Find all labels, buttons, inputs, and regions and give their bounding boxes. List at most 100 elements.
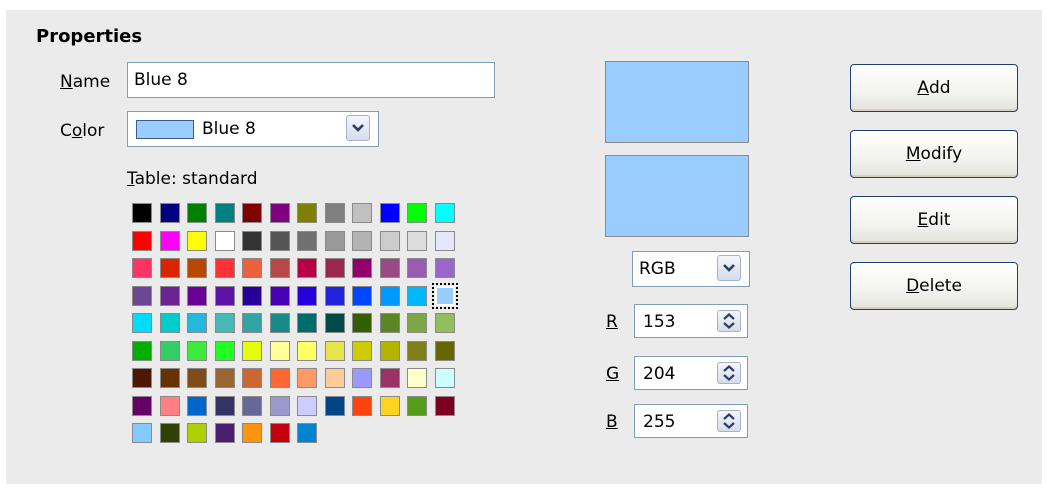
palette-color-cell[interactable] (187, 423, 207, 443)
palette-color-cell[interactable] (297, 340, 317, 361)
palette-color-cell[interactable] (407, 258, 427, 278)
palette-color-cell[interactable] (324, 340, 345, 361)
palette-color-cell[interactable] (242, 203, 262, 223)
palette-color-cell[interactable] (159, 313, 180, 333)
palette-color-cell[interactable] (407, 368, 427, 388)
palette-color-cell[interactable] (187, 395, 207, 416)
palette-color-cell[interactable] (297, 313, 317, 333)
palette-color-cell[interactable] (159, 395, 180, 416)
palette-color-cell[interactable] (187, 203, 207, 223)
palette-color-cell[interactable] (352, 368, 372, 388)
palette-color-cell[interactable] (269, 340, 290, 361)
spin-arrows-icon[interactable] (717, 410, 741, 432)
palette-color-cell[interactable] (352, 203, 372, 223)
palette-color-cell[interactable] (379, 258, 400, 278)
palette-color-cell[interactable] (214, 285, 235, 306)
palette-color-cell[interactable] (187, 368, 207, 388)
palette-color-cell[interactable] (214, 258, 235, 278)
add-button[interactable]: Add (850, 64, 1018, 112)
palette-color-cell[interactable] (352, 285, 372, 306)
palette-color-cell[interactable] (297, 258, 317, 278)
palette-color-cell[interactable] (242, 230, 262, 251)
channel-spinbox-r[interactable]: 153 (634, 304, 748, 338)
palette-color-cell[interactable] (379, 368, 400, 388)
palette-color-cell[interactable] (324, 313, 345, 333)
edit-button[interactable]: Edit (850, 196, 1018, 244)
palette-color-cell[interactable] (214, 313, 235, 333)
palette-color-cell[interactable] (324, 203, 345, 223)
palette-color-cell[interactable] (352, 340, 372, 361)
palette-color-cell[interactable] (269, 285, 290, 306)
channel-spinbox-b[interactable]: 255 (634, 404, 748, 438)
palette-color-cell[interactable] (132, 368, 152, 388)
palette-color-cell[interactable] (324, 395, 345, 416)
palette-color-cell[interactable] (242, 340, 262, 361)
channel-spinbox-g[interactable]: 204 (634, 356, 748, 390)
palette-color-cell[interactable] (297, 395, 317, 416)
palette-color-cell[interactable] (159, 285, 180, 306)
palette-color-cell[interactable] (159, 423, 180, 443)
palette-color-cell[interactable] (159, 203, 180, 223)
palette-color-cell[interactable] (434, 313, 455, 333)
palette-color-cell[interactable] (407, 285, 427, 306)
palette-color-cell[interactable] (324, 258, 345, 278)
palette-color-cell[interactable] (379, 230, 400, 251)
color-model-dropdown[interactable]: RGB (632, 251, 750, 287)
palette-color-cell[interactable] (269, 258, 290, 278)
palette-color-cell[interactable] (242, 285, 262, 306)
palette-color-cell[interactable] (352, 395, 372, 416)
palette-color-cell[interactable] (187, 230, 207, 251)
palette-color-cell[interactable] (434, 395, 455, 416)
spin-arrows-icon[interactable] (717, 310, 741, 332)
palette-color-cell[interactable] (242, 368, 262, 388)
palette-color-cell[interactable] (159, 230, 180, 251)
palette-color-cell[interactable] (324, 285, 345, 306)
palette-color-cell[interactable] (269, 313, 290, 333)
palette-color-cell[interactable] (297, 285, 317, 306)
palette-color-cell[interactable] (407, 203, 427, 223)
palette-color-cell[interactable] (352, 313, 372, 333)
palette-color-cell[interactable] (352, 258, 372, 278)
palette-color-cell[interactable] (159, 368, 180, 388)
palette-color-cell[interactable] (269, 395, 290, 416)
palette-color-cell[interactable] (379, 313, 400, 333)
palette-color-cell[interactable] (132, 313, 152, 333)
palette-color-cell[interactable] (214, 368, 235, 388)
palette-color-cell[interactable] (407, 313, 427, 333)
palette-color-cell[interactable] (159, 258, 180, 278)
chevron-down-icon[interactable] (346, 115, 370, 141)
palette-color-cell[interactable] (132, 423, 152, 443)
palette-color-cell[interactable] (434, 203, 455, 223)
palette-color-cell[interactable] (242, 423, 262, 443)
palette-color-cell[interactable] (132, 395, 152, 416)
palette-color-cell[interactable] (214, 203, 235, 223)
palette-color-cell[interactable] (434, 230, 455, 251)
palette-color-cell[interactable] (297, 230, 317, 251)
palette-color-cell[interactable] (379, 203, 400, 223)
palette-color-cell[interactable] (214, 423, 235, 443)
palette-color-cell[interactable] (132, 230, 152, 251)
modify-button[interactable]: Modify (850, 130, 1018, 178)
palette-color-cell[interactable] (214, 340, 235, 361)
palette-color-cell[interactable] (187, 258, 207, 278)
palette-color-cell[interactable] (159, 340, 180, 361)
palette-color-cell[interactable] (132, 258, 152, 278)
palette-color-cell[interactable] (434, 368, 455, 388)
palette-color-cell[interactable] (324, 230, 345, 251)
palette-color-cell[interactable] (297, 368, 317, 388)
palette-color-cell[interactable] (187, 313, 207, 333)
palette-color-cell[interactable] (242, 395, 262, 416)
spin-arrows-icon[interactable] (717, 362, 741, 384)
palette-color-cell[interactable] (379, 395, 400, 416)
palette-color-cell[interactable] (269, 203, 290, 223)
palette-color-cell[interactable] (269, 230, 290, 251)
palette-color-cell[interactable] (242, 313, 262, 333)
palette-color-cell[interactable] (132, 203, 152, 223)
palette-color-cell[interactable] (214, 230, 235, 251)
palette-color-cell[interactable] (407, 230, 427, 251)
palette-color-cell[interactable] (434, 340, 455, 361)
color-dropdown[interactable]: Blue 8 (127, 111, 379, 147)
palette-color-cell[interactable] (297, 203, 317, 223)
delete-button[interactable]: Delete (850, 262, 1018, 310)
palette-color-cell[interactable] (431, 282, 458, 309)
